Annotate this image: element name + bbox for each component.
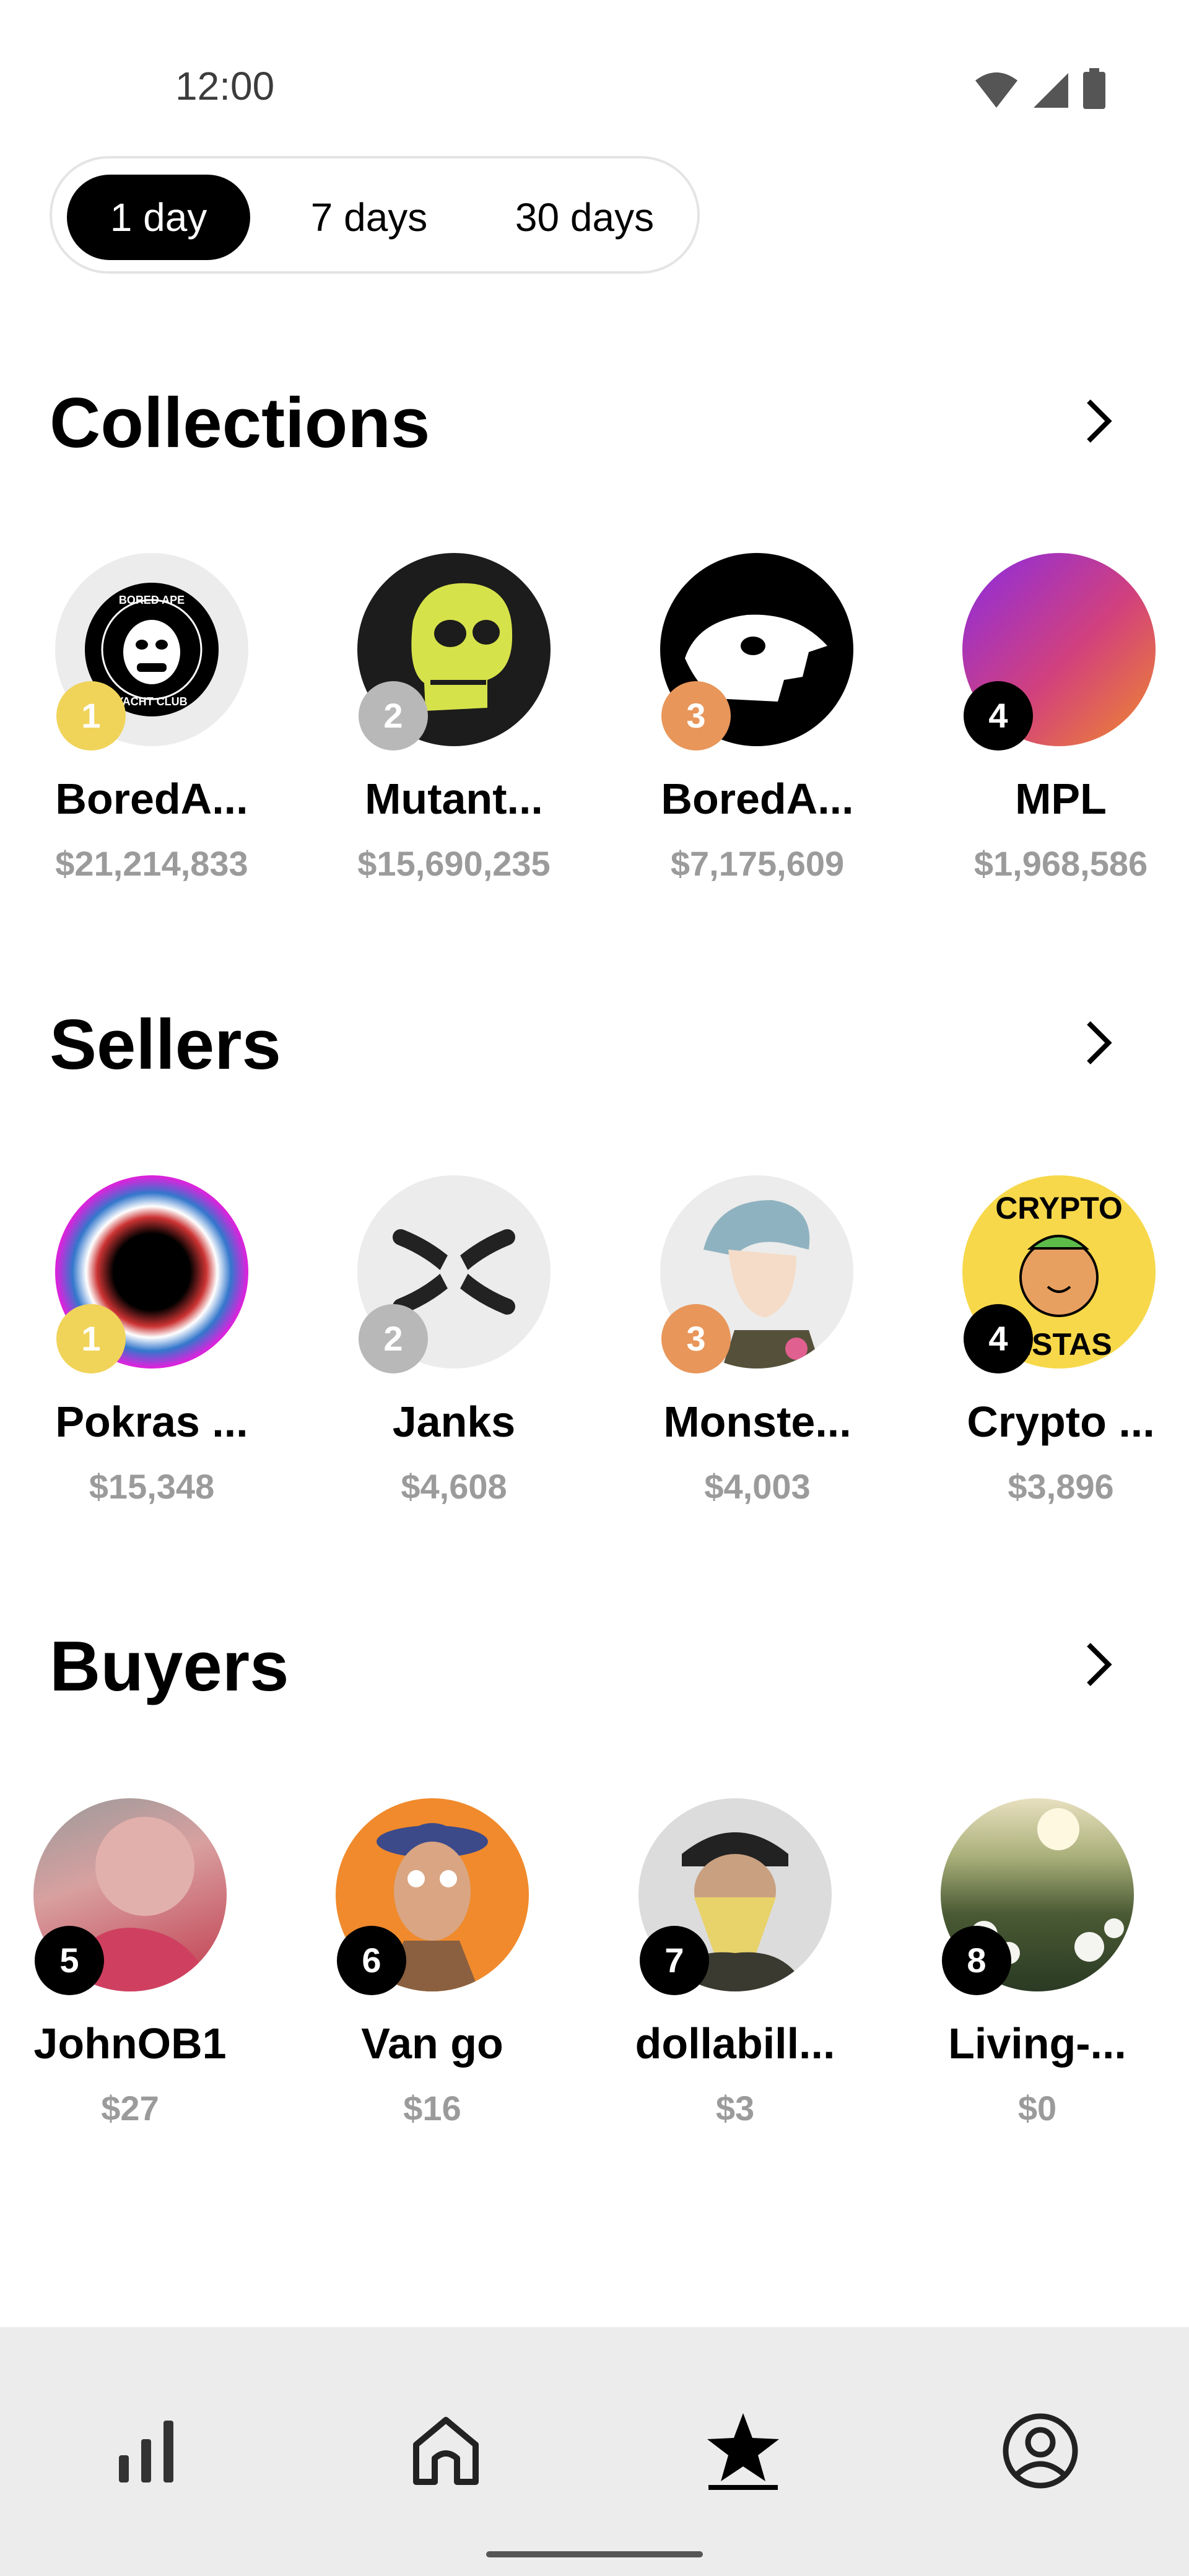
collection-name: Mutant... [365,775,543,823]
rank-badge: 2 [359,1304,428,1373]
time-range-selector: 1 day 7 days 30 days [50,156,700,274]
tab-30-days[interactable]: 30 days [486,175,684,260]
buyer-name: Living-... [948,2019,1126,2068]
seller-name: Janks [392,1398,516,1446]
rank-badge: 1 [56,681,126,751]
collection-name: MPL [1015,775,1107,823]
rank-badge: 3 [661,681,731,751]
svg-text:BORED APE: BORED APE [119,594,185,606]
sellers-title: Sellers [50,1006,281,1084]
buyer-name: Van go [361,2019,503,2068]
home-icon [413,2417,479,2485]
cellular-signal-icon [1034,73,1068,108]
seller-name: Monste... [663,1398,851,1446]
collection-volume: $15,690,235 [357,844,551,883]
buyers-title: Buyers [50,1627,289,1706]
status-bar: 12:00 [0,0,1189,149]
sellers-see-all-chevron-icon[interactable] [1065,1012,1127,1074]
buyer-volume: $16 [403,2089,461,2128]
seller-name: Pokras ... [55,1398,248,1446]
seller-volume: $3,896 [1008,1467,1114,1506]
tab-1-day[interactable]: 1 day [67,175,250,260]
rank-badge: 8 [942,1926,1011,1995]
nav-stats[interactable] [97,2401,196,2500]
collection-name: BoredA... [55,775,248,823]
rank-badge: 4 [964,1304,1033,1373]
collections-title: Collections [50,384,430,463]
seller-volume: $4,608 [401,1467,507,1506]
tab-7-days[interactable]: 7 days [276,175,462,260]
svg-text:YACHT CLUB: YACHT CLUB [116,695,187,708]
profile-icon [1003,2413,1078,2489]
buyer-volume: $27 [101,2089,159,2128]
battery-icon [1083,68,1105,109]
status-time: 12:00 [175,64,275,108]
bottom-navigation-bar [0,2327,1189,2576]
collections-see-all-chevron-icon[interactable] [1065,390,1127,452]
status-icons [974,68,1105,109]
buyer-name: JohnOB1 [33,2019,227,2068]
collection-volume: $7,175,609 [670,844,845,883]
rank-badge: 3 [661,1304,731,1373]
nav-home[interactable] [396,2401,495,2500]
rank-badge: 4 [964,681,1033,751]
seller-volume: $15,348 [89,1467,215,1506]
collection-name: BoredA... [661,775,854,823]
buyer-volume: $3 [715,2089,755,2128]
rank-badge: 1 [56,1304,126,1373]
gesture-home-indicator [486,2551,703,2557]
buyers-see-all-chevron-icon[interactable] [1065,1634,1127,1695]
rank-badge: 2 [359,681,428,751]
stats-icon [119,2421,173,2482]
collection-volume: $21,214,833 [55,844,248,883]
wifi-icon [975,72,1017,108]
rank-badge: 5 [35,1926,104,1995]
nav-rankings[interactable] [694,2401,793,2500]
star-icon [707,2413,779,2490]
svg-text:ISTAS: ISTAS [1023,1327,1112,1362]
seller-name: Crypto ... [967,1398,1155,1446]
svg-text:CRYPTO: CRYPTO [995,1191,1123,1225]
rank-badge: 6 [337,1926,406,1995]
rank-badge: 7 [640,1926,709,1995]
nav-profile[interactable] [991,2401,1090,2500]
seller-volume: $4,003 [704,1467,811,1506]
buyer-name: dollabill... [635,2019,835,2068]
collection-volume: $1,968,586 [973,844,1148,883]
buyer-volume: $0 [1017,2089,1057,2128]
